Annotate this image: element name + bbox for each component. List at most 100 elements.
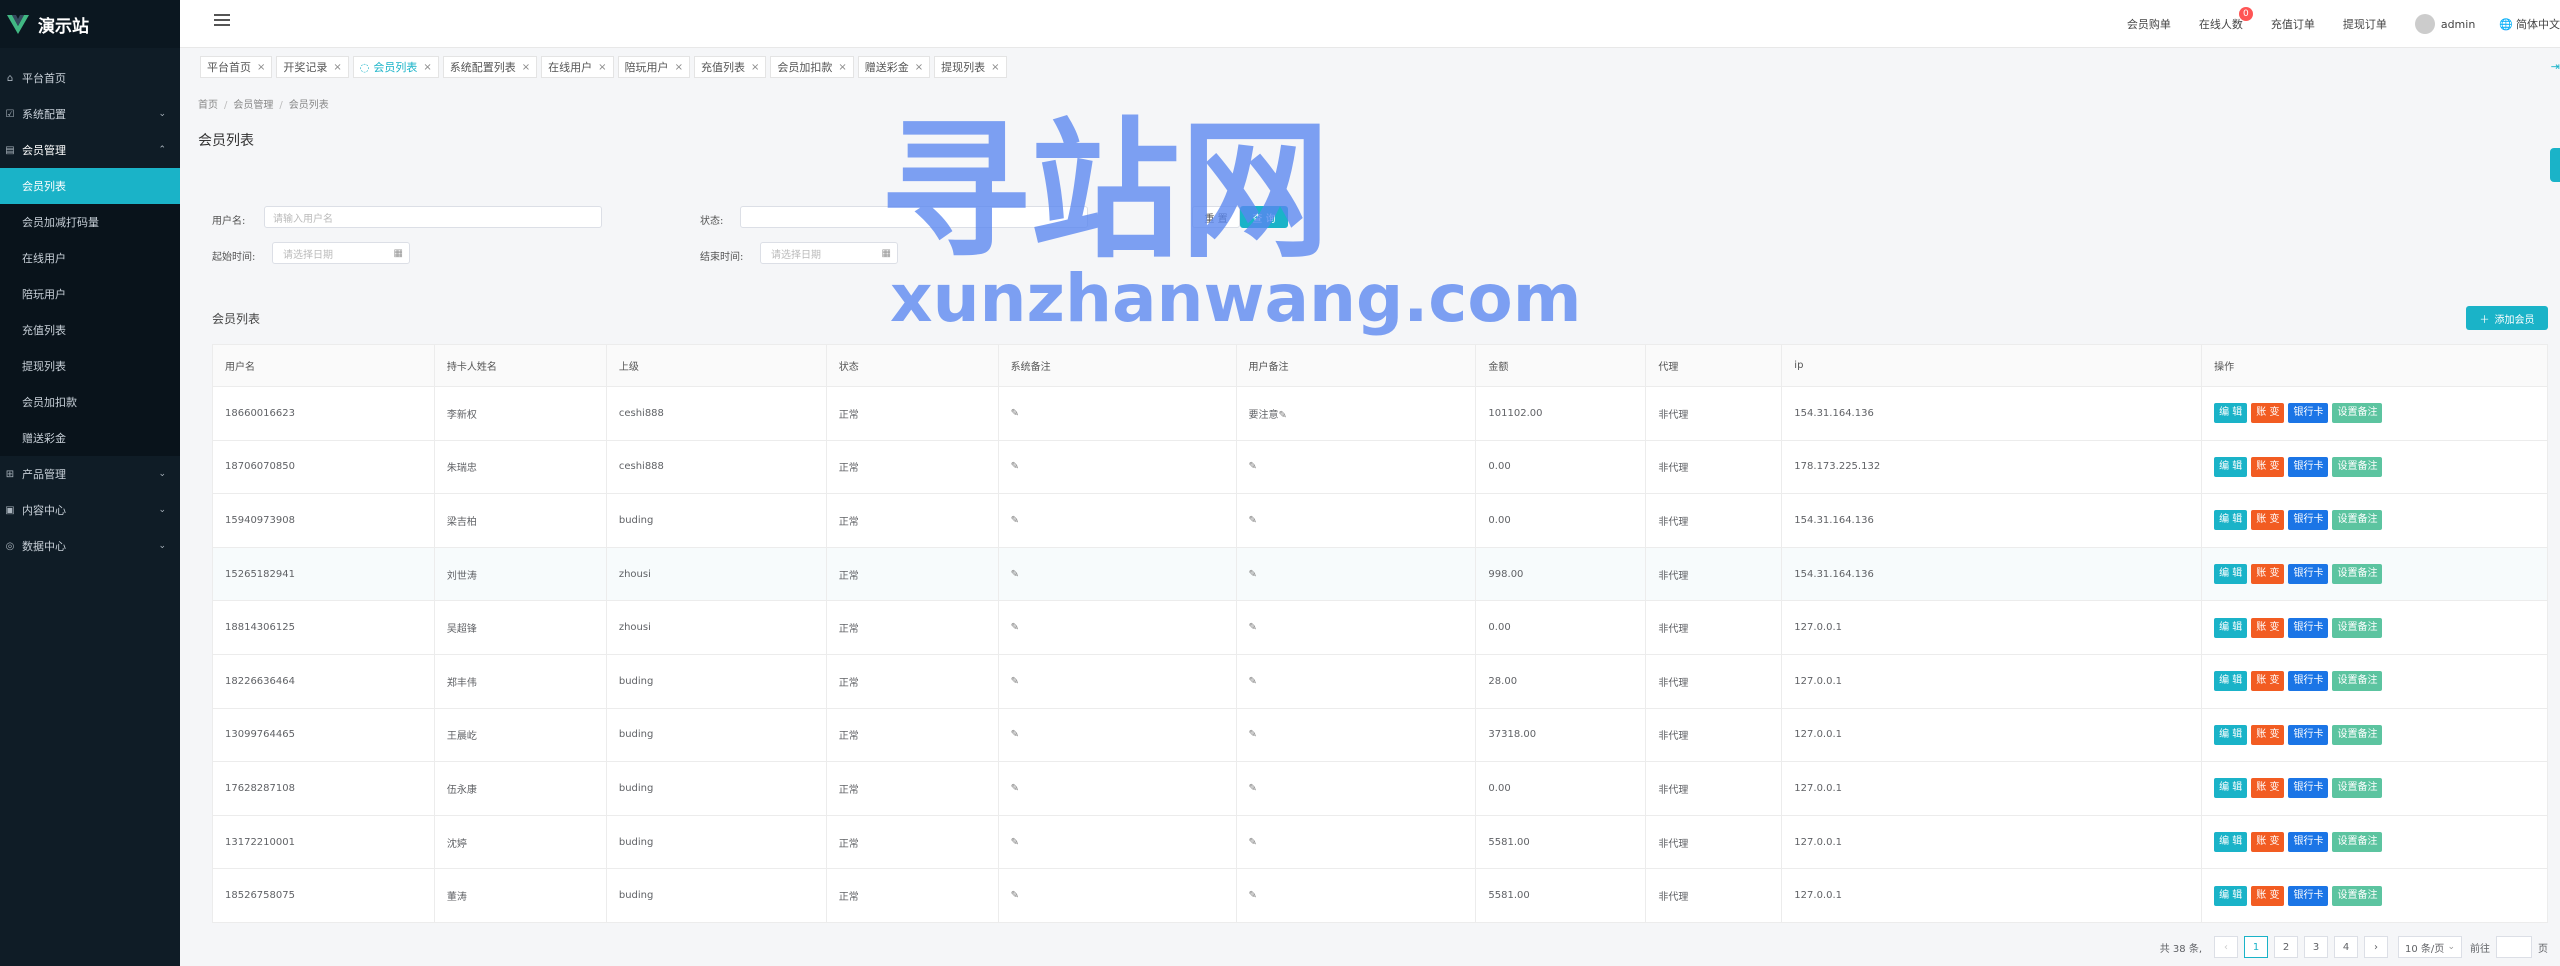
- prev-page-button[interactable]: ‹: [2214, 936, 2238, 958]
- set-remark-button[interactable]: 设置备注: [2332, 403, 2383, 424]
- sidebar-item-online-users[interactable]: 在线用户: [0, 240, 180, 276]
- edit-pencil-icon[interactable]: ✎: [1011, 408, 1019, 419]
- set-remark-button[interactable]: 设置备注: [2332, 778, 2383, 799]
- set-remark-button[interactable]: 设置备注: [2332, 724, 2383, 745]
- edit-pencil-icon[interactable]: ✎: [1249, 461, 1257, 472]
- close-icon[interactable]: ×: [598, 62, 606, 73]
- tab-withdraw-list[interactable]: 提现列表 ×: [934, 56, 1007, 78]
- page-2-button[interactable]: 2: [2274, 936, 2298, 958]
- sidebar-item-recharge-list[interactable]: 充值列表: [0, 312, 180, 348]
- add-member-button[interactable]: ＋ 添加会员: [2466, 306, 2548, 330]
- set-remark-button[interactable]: 设置备注: [2332, 832, 2383, 853]
- edit-button[interactable]: 编 辑: [2214, 456, 2248, 477]
- set-remark-button[interactable]: 设置备注: [2332, 564, 2383, 585]
- tab-companion-users[interactable]: 陪玩用户 ×: [617, 56, 690, 78]
- close-icon[interactable]: ×: [751, 62, 759, 73]
- tab-online-users[interactable]: 在线用户 ×: [541, 56, 614, 78]
- tab-recharge-list[interactable]: 充值列表 ×: [693, 56, 767, 78]
- balance-change-button[interactable]: 账 变: [2251, 778, 2285, 799]
- edit-pencil-icon[interactable]: ✎: [1249, 729, 1257, 740]
- bank-card-button[interactable]: 银行卡: [2288, 885, 2329, 906]
- balance-change-button[interactable]: 账 变: [2251, 671, 2285, 692]
- bank-card-button[interactable]: 银行卡: [2288, 671, 2329, 692]
- edit-pencil-icon[interactable]: ✎: [1011, 461, 1019, 472]
- end-date-input[interactable]: 请选择日期 ▦: [760, 242, 898, 264]
- sidebar-item-member-adjust[interactable]: 会员加扣款: [0, 384, 180, 420]
- tabs-more-icon[interactable]: ⇥: [2551, 60, 2560, 73]
- sidebar-item-system-config[interactable]: ☑ 系统配置 ⌄: [0, 96, 180, 132]
- tab-lottery-records[interactable]: 开奖记录 ×: [276, 56, 349, 78]
- side-drawer-handle[interactable]: [2550, 148, 2560, 182]
- close-icon[interactable]: ×: [991, 62, 999, 73]
- tab-home[interactable]: 平台首页 ×: [200, 56, 273, 78]
- edit-pencil-icon[interactable]: ✎: [1011, 515, 1019, 526]
- bank-card-button[interactable]: 银行卡: [2288, 456, 2329, 477]
- edit-button[interactable]: 编 辑: [2214, 510, 2248, 531]
- sidebar-item-withdraw-list[interactable]: 提现列表: [0, 348, 180, 384]
- sidebar-item-data-center[interactable]: ◎ 数据中心 ⌄: [0, 528, 180, 564]
- balance-change-button[interactable]: 账 变: [2251, 510, 2285, 531]
- breadcrumb-home[interactable]: 首页: [198, 100, 218, 111]
- close-icon[interactable]: ×: [675, 62, 683, 73]
- edit-button[interactable]: 编 辑: [2214, 885, 2248, 906]
- edit-pencil-icon[interactable]: ✎: [1279, 410, 1287, 421]
- edit-button[interactable]: 编 辑: [2214, 564, 2248, 585]
- menu-toggle-icon[interactable]: [214, 14, 230, 28]
- language-switch[interactable]: 🌐 简体中文: [2499, 16, 2560, 32]
- edit-button[interactable]: 编 辑: [2214, 671, 2248, 692]
- member-orders-link[interactable]: 会员购单: [2127, 16, 2171, 32]
- username-input[interactable]: 请输入用户名: [264, 206, 602, 228]
- recharge-orders-link[interactable]: 充值订单: [2271, 16, 2315, 32]
- set-remark-button[interactable]: 设置备注: [2332, 510, 2383, 531]
- page-4-button[interactable]: 4: [2334, 936, 2358, 958]
- balance-change-button[interactable]: 账 变: [2251, 403, 2285, 424]
- edit-pencil-icon[interactable]: ✎: [1249, 569, 1257, 580]
- edit-pencil-icon[interactable]: ✎: [1011, 890, 1019, 901]
- edit-pencil-icon[interactable]: ✎: [1011, 622, 1019, 633]
- sidebar-item-member-betting[interactable]: 会员加减打码量: [0, 204, 180, 240]
- withdraw-orders-link[interactable]: 提现订单: [2343, 16, 2387, 32]
- edit-pencil-icon[interactable]: ✎: [1249, 676, 1257, 687]
- close-icon[interactable]: ×: [838, 62, 846, 73]
- sidebar-item-home[interactable]: ⌂ 平台首页: [0, 60, 180, 96]
- edit-button[interactable]: 编 辑: [2214, 617, 2248, 638]
- close-icon[interactable]: ×: [915, 62, 923, 73]
- edit-button[interactable]: 编 辑: [2214, 403, 2248, 424]
- balance-change-button[interactable]: 账 变: [2251, 617, 2285, 638]
- tab-bonus[interactable]: 赠送彩金 ×: [857, 56, 931, 78]
- balance-change-button[interactable]: 账 变: [2251, 885, 2285, 906]
- bank-card-button[interactable]: 银行卡: [2288, 778, 2329, 799]
- balance-change-button[interactable]: 账 变: [2251, 832, 2285, 853]
- sidebar-item-content-center[interactable]: ▣ 内容中心 ⌄: [0, 492, 180, 528]
- tab-system-config-list[interactable]: 系统配置列表 ×: [442, 56, 538, 78]
- logo[interactable]: 演示站: [0, 0, 180, 48]
- page-3-button[interactable]: 3: [2304, 936, 2328, 958]
- edit-button[interactable]: 编 辑: [2214, 778, 2248, 799]
- balance-change-button[interactable]: 账 变: [2251, 724, 2285, 745]
- next-page-button[interactable]: ›: [2364, 936, 2388, 958]
- balance-change-button[interactable]: 账 变: [2251, 456, 2285, 477]
- tab-member-adjust[interactable]: 会员加扣款 ×: [770, 56, 854, 78]
- bank-card-button[interactable]: 银行卡: [2288, 564, 2329, 585]
- bank-card-button[interactable]: 银行卡: [2288, 510, 2329, 531]
- sidebar-item-member-management[interactable]: ▤ 会员管理 ⌃: [0, 132, 180, 168]
- start-date-input[interactable]: 请选择日期 ▦: [272, 242, 410, 264]
- edit-pencil-icon[interactable]: ✎: [1249, 890, 1257, 901]
- set-remark-button[interactable]: 设置备注: [2332, 617, 2383, 638]
- edit-pencil-icon[interactable]: ✎: [1249, 515, 1257, 526]
- set-remark-button[interactable]: 设置备注: [2332, 456, 2383, 477]
- close-icon[interactable]: ×: [423, 62, 431, 73]
- tab-member-list[interactable]: ◌ 会员列表 ×: [352, 56, 439, 78]
- bank-card-button[interactable]: 银行卡: [2288, 403, 2329, 424]
- edit-pencil-icon[interactable]: ✎: [1011, 569, 1019, 580]
- bank-card-button[interactable]: 银行卡: [2288, 724, 2329, 745]
- sidebar-item-companion-users[interactable]: 陪玩用户: [0, 276, 180, 312]
- edit-button[interactable]: 编 辑: [2214, 724, 2248, 745]
- balance-change-button[interactable]: 账 变: [2251, 564, 2285, 585]
- sidebar-item-member-list[interactable]: 会员列表: [0, 168, 180, 204]
- page-size-select[interactable]: 10 条/页 ⌄: [2398, 936, 2462, 958]
- online-count-link[interactable]: 在线人数 0: [2199, 7, 2253, 32]
- close-icon[interactable]: ×: [522, 62, 530, 73]
- close-icon[interactable]: ×: [333, 62, 341, 73]
- edit-pencil-icon[interactable]: ✎: [1011, 783, 1019, 794]
